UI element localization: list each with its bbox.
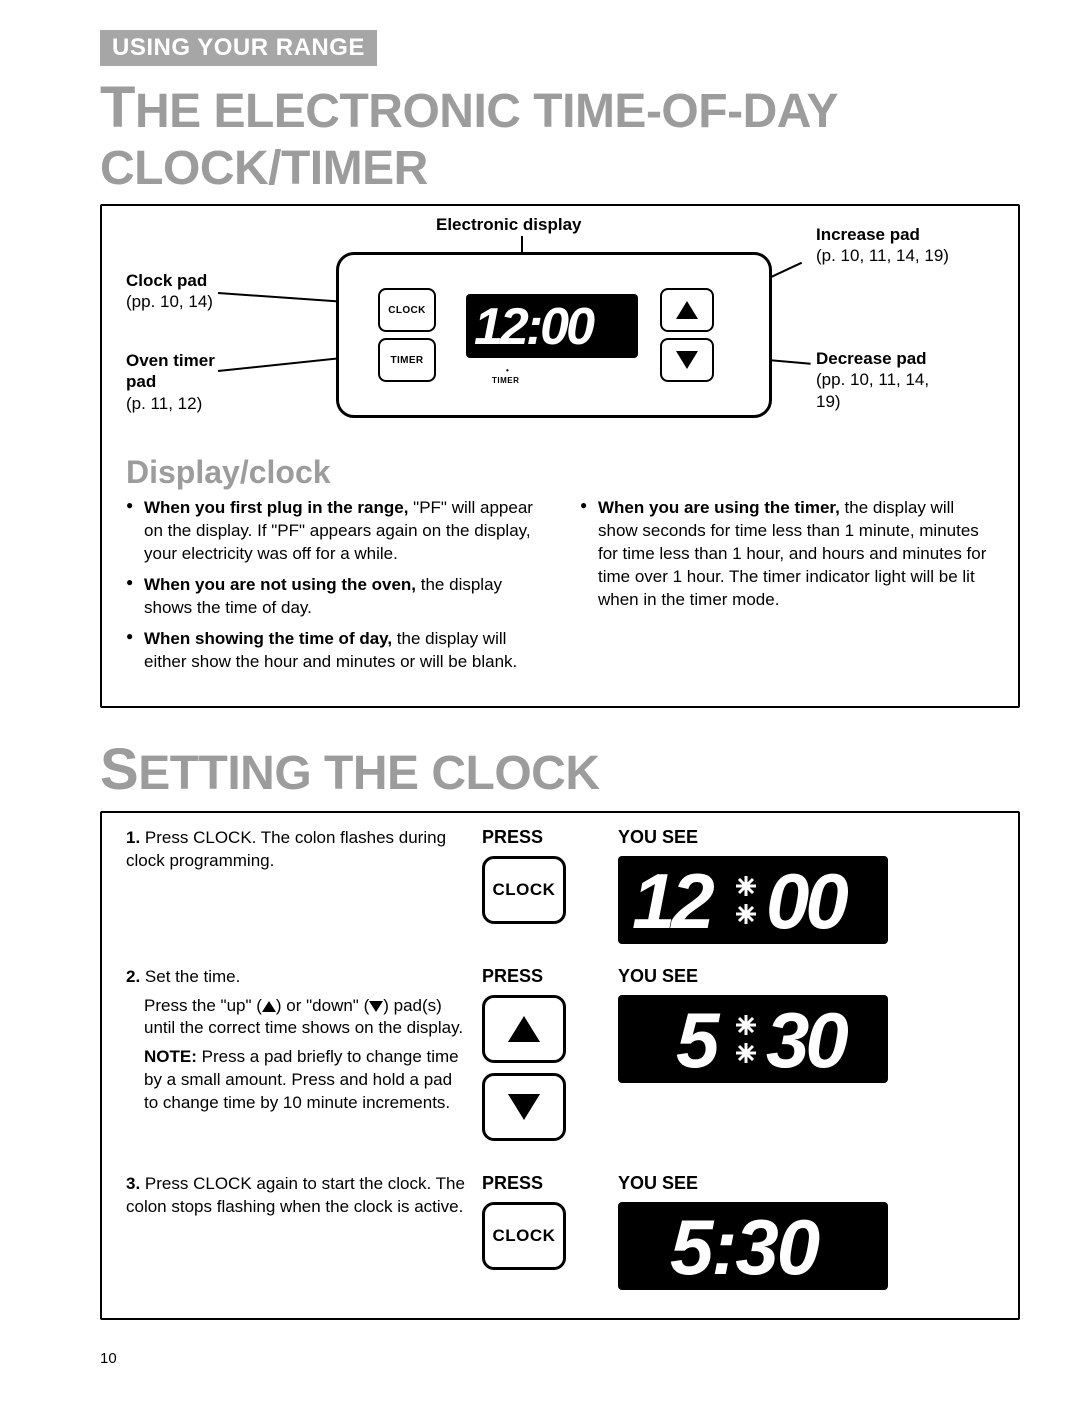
title-cap: T <box>100 75 135 140</box>
triangle-down-icon <box>369 1001 383 1012</box>
up-arrow-button[interactable] <box>482 995 566 1063</box>
label-oven-timer-pad: Oven timer pad (p. 11, 12) <box>126 350 236 414</box>
press-header: PRESS <box>482 966 602 987</box>
label-increase-pad: Increase pad (p. 10, 11, 14, 19) <box>816 224 956 267</box>
clock-button[interactable]: CLOCK <box>482 1202 566 1270</box>
timer-indicator-dot: • <box>506 366 509 375</box>
bullet: When you are not using the oven, the dis… <box>126 574 540 620</box>
section-tag: USING YOUR RANGE <box>100 30 377 66</box>
you-see-header: YOU SEE <box>618 966 994 987</box>
svg-text:5: 5 <box>676 996 721 1083</box>
step-row-1: 1. Press CLOCK. The colon flashes during… <box>126 827 994 944</box>
bullet: When you are using the timer, the displa… <box>580 497 994 612</box>
setting-clock-title: SETTING THE CLOCK <box>100 736 1020 803</box>
display-clock-heading: Display/clock <box>126 454 994 491</box>
you-see-header: YOU SEE <box>618 827 994 848</box>
clock-timer-panel: Electronic display Clock pad (pp. 10, 14… <box>100 204 1020 708</box>
bullet: When showing the time of day, the displa… <box>126 628 540 674</box>
setting-clock-panel: 1. Press CLOCK. The colon flashes during… <box>100 811 1020 1320</box>
triangle-up-icon <box>508 1016 540 1042</box>
label-electronic-display: Electronic display <box>436 214 582 235</box>
display-step-3: 5:30 <box>618 1202 888 1290</box>
bullet: When you first plug in the range, "PF" w… <box>126 497 540 566</box>
triangle-up-icon <box>262 1001 276 1012</box>
svg-text:12: 12 <box>632 857 714 944</box>
display-step-2: 5 <box>618 995 888 1083</box>
clock-pad-button[interactable]: CLOCK <box>378 288 436 332</box>
svg-text:12:00: 12:00 <box>474 298 595 356</box>
title-rest: HE ELECTRONIC TIME-OF-DAY CLOCK/TIMER <box>100 85 837 195</box>
oven-timer-pad-button[interactable]: TIMER <box>378 338 436 382</box>
triangle-up-icon <box>676 301 698 319</box>
timer-indicator-label: TIMER <box>492 376 519 385</box>
display-step-1: 12 <box>618 856 888 944</box>
increase-pad-button[interactable] <box>660 288 714 332</box>
display-clock-columns: When you first plug in the range, "PF" w… <box>126 497 994 682</box>
page-number: 10 <box>100 1350 1020 1367</box>
press-header: PRESS <box>482 827 602 848</box>
control-panel-diagram: Electronic display Clock pad (pp. 10, 14… <box>126 220 994 450</box>
step-row-2: 2. Set the time. Press the "up" () or "d… <box>126 966 994 1151</box>
svg-text:5:30: 5:30 <box>670 1203 820 1290</box>
down-arrow-button[interactable] <box>482 1073 566 1141</box>
triangle-down-icon <box>676 351 698 369</box>
svg-text:30: 30 <box>766 996 848 1083</box>
page-title: THE ELECTRONIC TIME-OF-DAY CLOCK/TIMER <box>100 74 1020 196</box>
electronic-display: 12:00 <box>466 294 638 358</box>
svg-text:00: 00 <box>766 857 848 944</box>
decrease-pad-button[interactable] <box>660 338 714 382</box>
step-row-3: 3. Press CLOCK again to start the clock.… <box>126 1173 994 1290</box>
press-header: PRESS <box>482 1173 602 1194</box>
clock-button[interactable]: CLOCK <box>482 856 566 924</box>
label-decrease-pad: Decrease pad (pp. 10, 11, 14, 19) <box>816 348 956 412</box>
you-see-header: YOU SEE <box>618 1173 994 1194</box>
triangle-down-icon <box>508 1094 540 1120</box>
